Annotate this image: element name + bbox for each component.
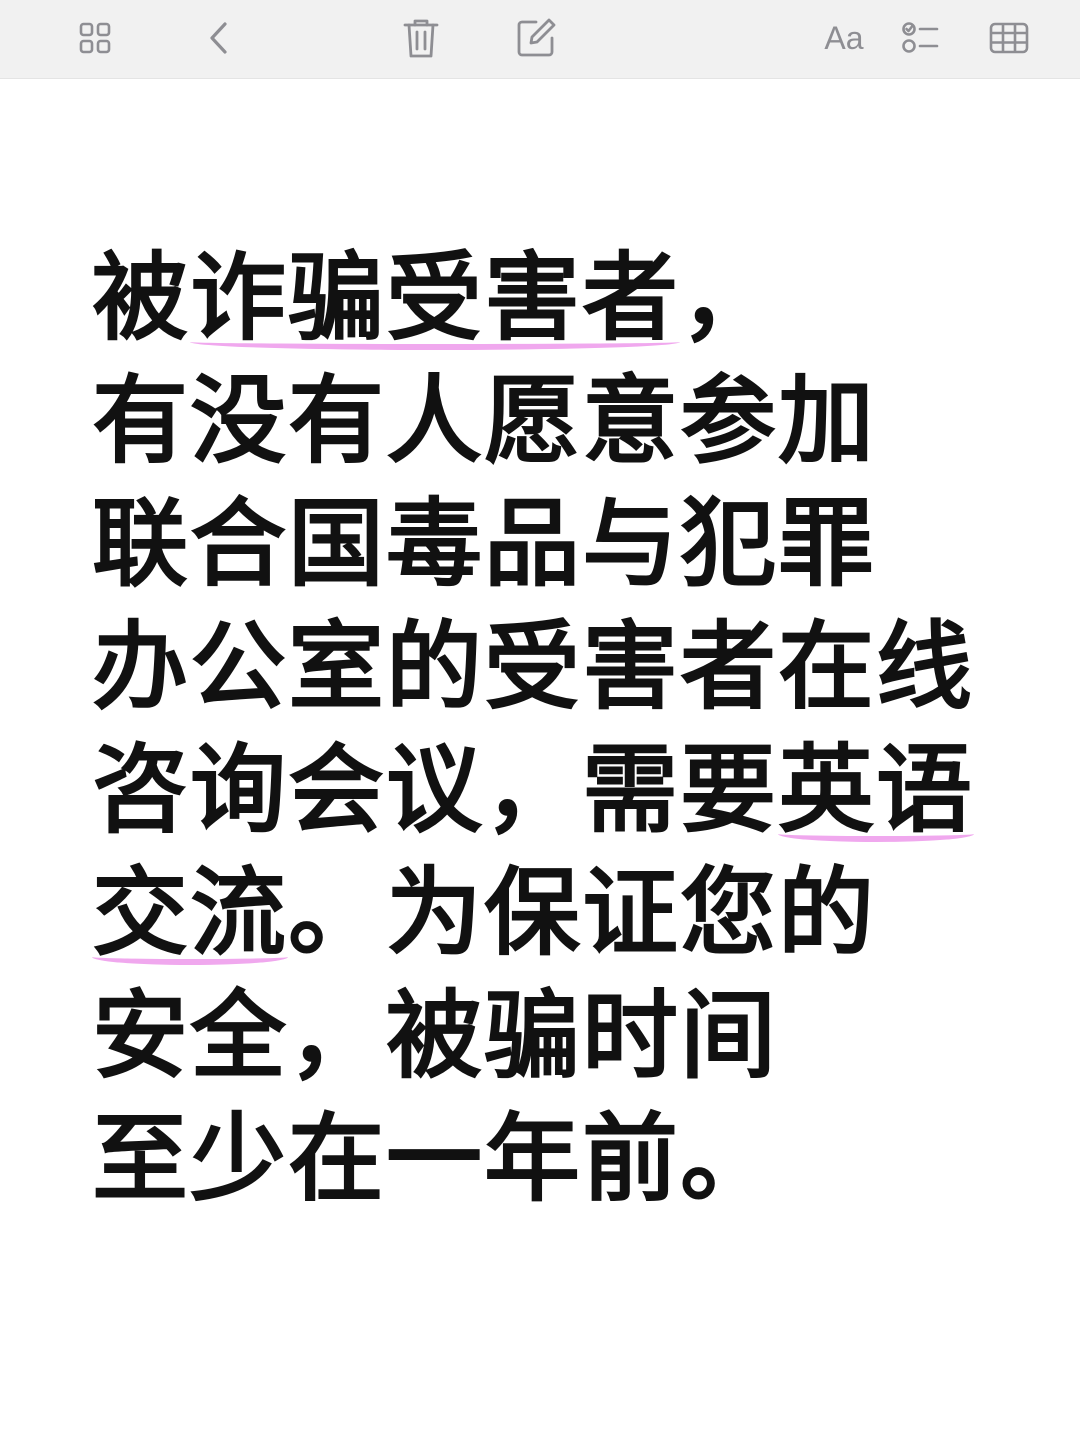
note-line: 有没有人愿意参加 <box>92 360 1052 483</box>
note-line: 咨询会议，需要英语 <box>92 729 1052 852</box>
back-chevron-icon <box>210 22 227 54</box>
note-text: 有没有人愿意参加 <box>92 365 876 477</box>
gallery-view-icon <box>79 22 111 54</box>
note-text: 联合国毒品与犯罪 <box>92 488 876 600</box>
format-text-icon: Aa <box>824 20 864 56</box>
note-text: 咨询会议，需要 <box>92 734 778 846</box>
checklist-button[interactable] <box>897 14 945 62</box>
gallery-view-button[interactable] <box>71 14 119 62</box>
table-button[interactable] <box>985 14 1033 62</box>
note-line: 交流。为保证您的 <box>92 852 1052 975</box>
checklist-icon <box>902 22 939 53</box>
trash-icon <box>403 19 439 58</box>
note-line: 被诈骗受害者， <box>92 237 1052 360</box>
note-text: ， <box>680 242 778 354</box>
note-line: 办公室的受害者在线 <box>92 606 1052 729</box>
note-text: 办公室的受害者在线 <box>92 611 974 723</box>
note-line: 联合国毒品与犯罪 <box>92 483 1052 606</box>
highlighted-text: 诈骗受害者 <box>190 242 680 354</box>
highlighted-text: 交流 <box>92 857 288 969</box>
note-text: 。为保证您的 <box>288 857 876 969</box>
note-text: 被 <box>92 242 190 354</box>
note-text: 安全，被骗时间 <box>92 980 778 1092</box>
note-text: 至少在一年前。 <box>92 1103 778 1215</box>
compose-button[interactable] <box>512 14 560 62</box>
note-line: 至少在一年前。 <box>92 1098 1052 1221</box>
note-line: 安全，被骗时间 <box>92 975 1052 1098</box>
back-button[interactable] <box>196 14 244 62</box>
table-icon <box>989 22 1029 54</box>
compose-icon <box>517 18 556 57</box>
format-button[interactable]: Aa <box>818 14 870 62</box>
delete-button[interactable] <box>397 14 445 62</box>
notes-toolbar: Aa <box>0 0 1080 79</box>
highlighted-text: 英语 <box>778 734 974 846</box>
note-body-text[interactable]: 被诈骗受害者， 有没有人愿意参加 联合国毒品与犯罪 办公室的受害者在线 咨询会议… <box>92 237 1052 1221</box>
